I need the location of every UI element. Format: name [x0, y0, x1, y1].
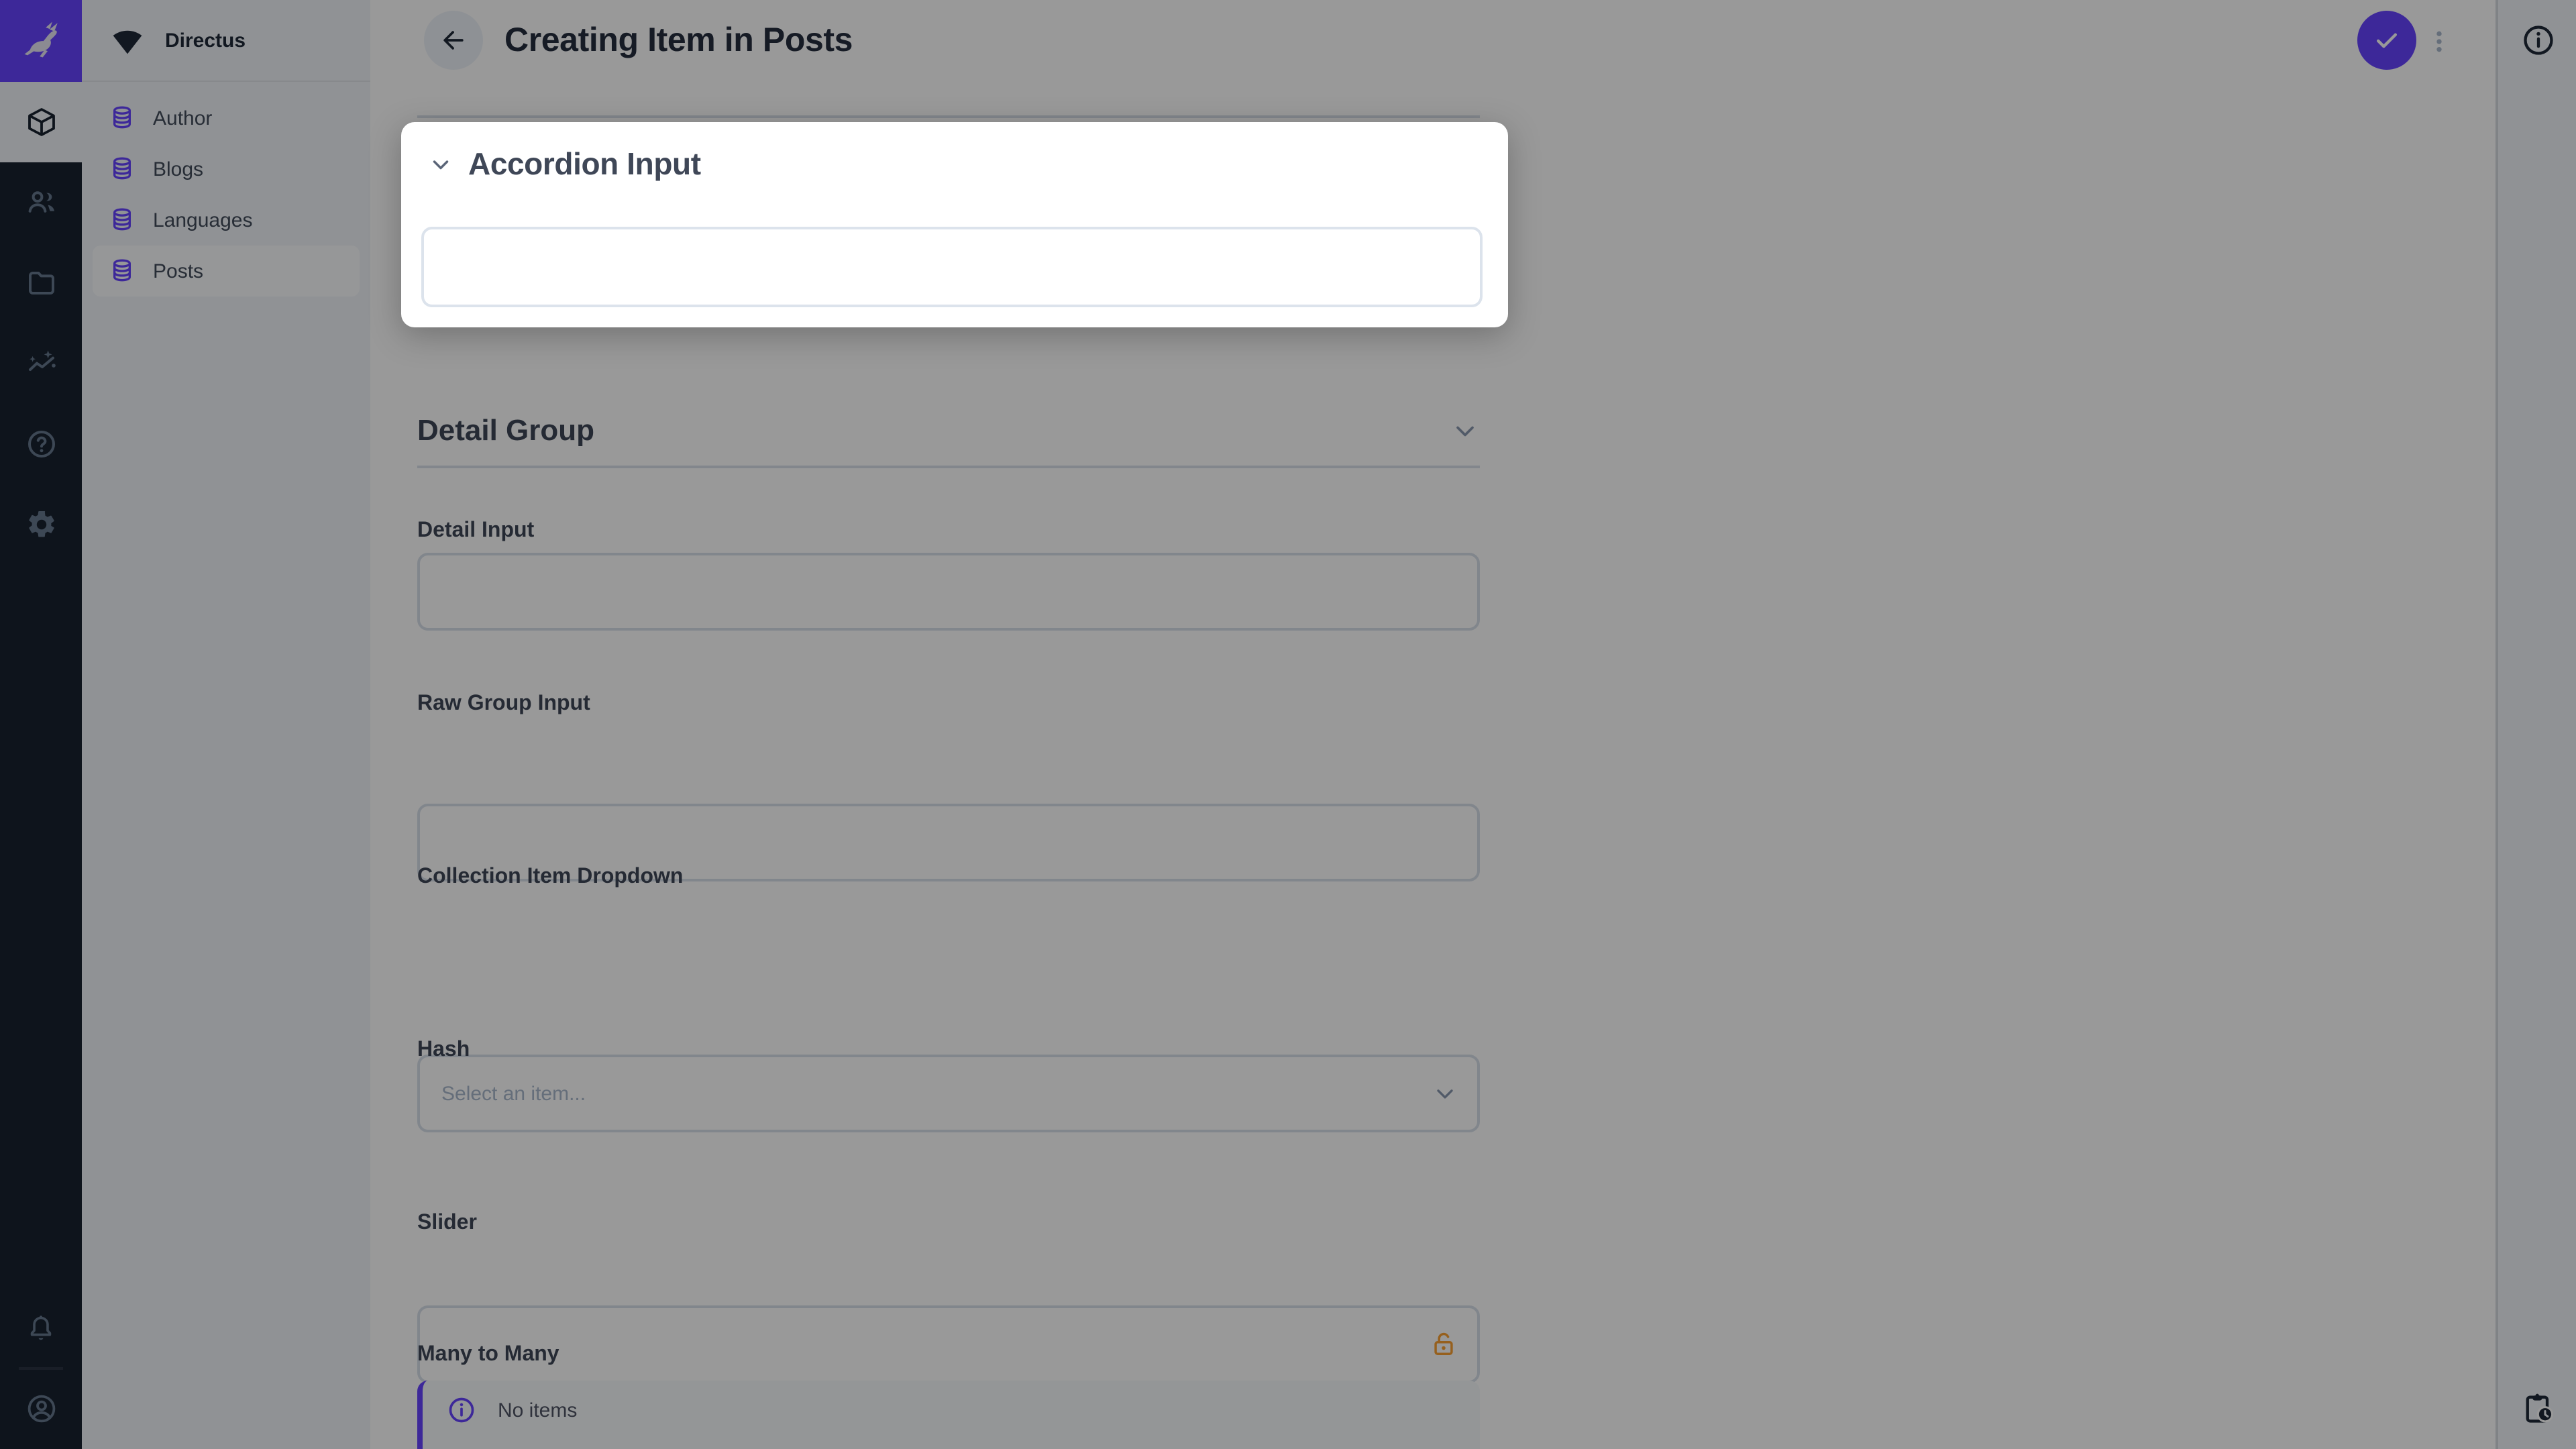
accordion-input-card: Accordion Input: [401, 122, 1508, 327]
accordion-input-title: Accordion Input: [468, 146, 701, 182]
accordion-input-field[interactable]: [421, 227, 1483, 307]
app-root: Directus Author Blogs: [0, 0, 2576, 1449]
chevron-down-icon: [428, 152, 453, 177]
accordion-header[interactable]: Accordion Input: [401, 122, 1508, 182]
